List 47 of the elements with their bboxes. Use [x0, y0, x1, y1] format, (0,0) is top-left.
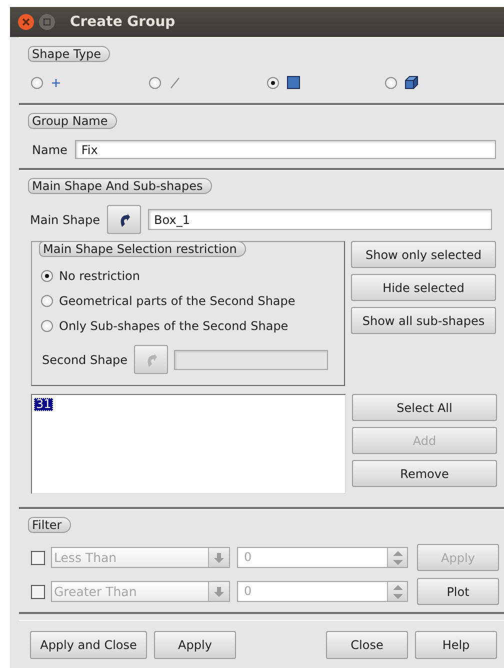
- radio-button[interactable]: [385, 76, 397, 88]
- button[interactable]: Apply: [154, 631, 236, 659]
- button[interactable]: Remove: [352, 460, 497, 487]
- select-button[interactable]: [107, 205, 142, 234]
- close-button[interactable]: [18, 14, 34, 30]
- close-icon: [22, 18, 30, 26]
- field-label: Second Shape: [42, 352, 128, 366]
- square-icon: [43, 18, 51, 26]
- window-title: Create Group: [70, 14, 176, 30]
- field-label: Name: [32, 142, 68, 156]
- radio-button[interactable]: [267, 76, 279, 88]
- option-label: Only Sub-shapes of the Second Shape: [59, 319, 288, 333]
- button[interactable]: Close: [326, 631, 408, 659]
- line-icon: [169, 76, 181, 88]
- list-item[interactable]: 31: [34, 398, 54, 411]
- option-label: No restriction: [59, 269, 140, 283]
- minimize-button[interactable]: [39, 14, 55, 30]
- button[interactable]: Show all sub-shapes: [351, 307, 496, 334]
- up-down-arrows-icon: [392, 550, 402, 564]
- plus-icon: [51, 78, 61, 88]
- radio-button[interactable]: [41, 295, 53, 307]
- option-label: Geometrical parts of the Second Shape: [59, 294, 296, 308]
- second-shape-field[interactable]: [174, 350, 328, 370]
- up-down-arrows-icon: [392, 584, 402, 598]
- radio-button[interactable]: [149, 76, 161, 88]
- button[interactable]: Apply and Close: [30, 631, 147, 659]
- button[interactable]: Help: [415, 631, 497, 659]
- down-arrow-icon: [214, 586, 224, 596]
- button[interactable]: Select All: [352, 394, 497, 421]
- button[interactable]: Show only selected: [351, 241, 496, 268]
- radio-button[interactable]: [41, 270, 53, 282]
- down-arrow-icon: [214, 552, 224, 562]
- radio-button[interactable]: [31, 76, 43, 88]
- cube-icon: [405, 76, 418, 89]
- group-title: Main Shape And Sub-shapes: [28, 178, 212, 194]
- group-title: Shape Type: [28, 46, 110, 62]
- button[interactable]: Hide selected: [351, 274, 496, 301]
- field-label: Main Shape: [30, 212, 100, 226]
- group-title: Filter: [28, 517, 71, 533]
- id-list[interactable]: 31: [31, 394, 346, 494]
- button[interactable]: Plot: [417, 578, 499, 605]
- name-field[interactable]: Fix: [75, 140, 496, 159]
- radio-button[interactable]: [41, 320, 53, 332]
- group-title: Main Shape Selection restriction: [39, 241, 246, 257]
- main-shape-field[interactable]: Box_1: [148, 209, 492, 230]
- square-icon: [287, 76, 300, 89]
- group-title: Group Name: [28, 113, 117, 129]
